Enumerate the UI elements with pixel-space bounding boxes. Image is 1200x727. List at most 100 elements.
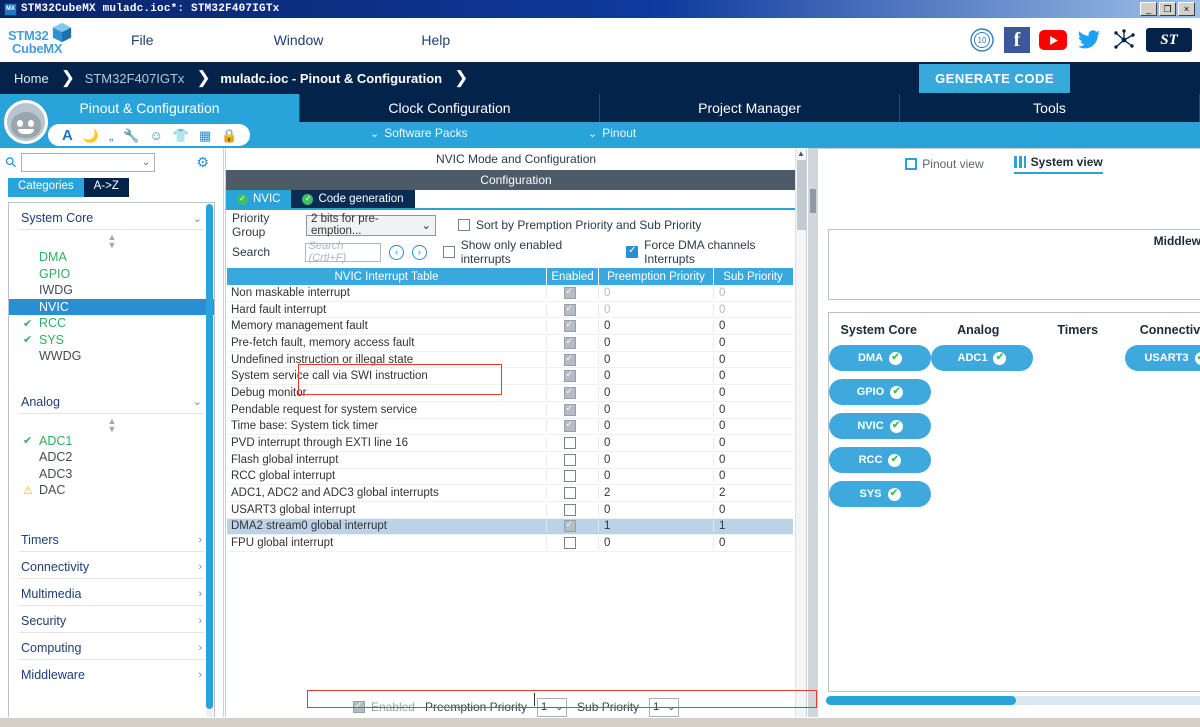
enabled-checkbox[interactable]: Enabled <box>352 700 415 714</box>
checkbox-icon[interactable] <box>563 487 576 500</box>
font-icon[interactable]: A <box>62 128 73 143</box>
cell-sub[interactable]: 0 <box>714 454 792 466</box>
smiley-icon[interactable]: ☺ <box>150 129 163 142</box>
cell-preemption[interactable]: 0 <box>599 403 714 416</box>
maximize-button[interactable]: ❐ <box>1159 2 1176 16</box>
cell-preemption[interactable]: 0 <box>599 303 714 316</box>
column-header-name[interactable]: NVIC Interrupt Table <box>227 268 547 285</box>
sidebar-item-iwdg[interactable]: IWDG <box>9 282 214 299</box>
twitter-icon[interactable] <box>1076 27 1102 53</box>
force-dma-checkbox[interactable]: Force DMA channels Interrupts <box>626 238 806 266</box>
cell-preemption[interactable]: 0 <box>599 470 714 483</box>
cell-preemption[interactable]: 1 <box>599 520 714 533</box>
sub-priority-select[interactable]: 1 ⌄ <box>649 697 680 717</box>
moon-icon[interactable]: 🌙 <box>83 129 99 142</box>
cell-preemption[interactable]: 0 <box>599 320 714 333</box>
sort-by-priority-checkbox[interactable]: Sort by Premption Priority and Sub Prior… <box>458 218 701 232</box>
sidebar-scrollbar[interactable] <box>206 204 213 719</box>
facebook-icon[interactable]: f <box>1004 27 1030 53</box>
tab-nvic[interactable]: ✓ NVIC <box>226 190 292 208</box>
checkbox-icon[interactable] <box>563 519 576 533</box>
sidebar-group-timers[interactable]: Timers › <box>9 499 214 551</box>
checkbox-icon[interactable] <box>563 286 576 299</box>
close-button[interactable]: × <box>1178 2 1195 16</box>
breadcrumb-mcu[interactable]: STM32F407IGTx <box>73 71 197 86</box>
panel-splitter[interactable] <box>808 149 818 727</box>
table-row[interactable]: USART3 global interrupt 0 0 <box>227 502 793 519</box>
cell-preemption[interactable]: 0 <box>599 503 714 516</box>
sidebar-item-rcc[interactable]: ✔ RCC <box>9 315 214 332</box>
cell-preemption[interactable]: 2 <box>599 487 714 500</box>
checkbox-icon[interactable] <box>563 470 576 483</box>
lock-icon[interactable]: 🔒 <box>221 129 237 142</box>
table-row[interactable]: Debug monitor 0 0 <box>227 385 793 402</box>
search-input[interactable]: ⌄ <box>21 153 156 172</box>
chip-adc1[interactable]: ADC1 ✔ <box>931 345 1033 371</box>
table-row[interactable]: System service call via SWI instruction … <box>227 368 793 386</box>
checkbox-icon[interactable] <box>563 503 576 516</box>
cell-sub[interactable]: 0 <box>714 404 792 416</box>
chip-nvic[interactable]: NVIC ✔ <box>829 413 931 439</box>
chip-usart3[interactable]: USART3 ✔ <box>1125 345 1200 371</box>
splitter-handle[interactable] <box>810 189 816 213</box>
checkbox-icon[interactable] <box>563 453 576 466</box>
table-row[interactable]: PVD interrupt through EXTI line 16 0 0 <box>227 435 793 452</box>
cell-sub[interactable]: 0 <box>714 370 792 382</box>
st-logo[interactable]: ST <box>1146 28 1192 52</box>
community-hub-icon[interactable] <box>1111 27 1137 53</box>
center-scrollbar[interactable]: ▲ <box>795 148 806 726</box>
scrollbar-thumb[interactable] <box>826 696 1016 705</box>
sidebar-item-sys[interactable]: ✔ SYS <box>9 332 214 349</box>
cell-sub[interactable]: 0 <box>714 537 792 549</box>
table-row[interactable]: ADC1, ADC2 and ADC3 global interrupts 2 … <box>227 485 793 502</box>
table-row[interactable]: RCC global interrupt 0 0 <box>227 469 793 486</box>
sidebar-item-gpio[interactable]: GPIO <box>9 266 214 283</box>
sidebar-item-dac[interactable]: ⚠ DAC <box>9 482 214 499</box>
show-only-enabled-checkbox[interactable]: Show only enabled interrupts <box>442 238 612 266</box>
cell-sub[interactable]: 1 <box>714 520 792 532</box>
sidebar-group-middleware[interactable]: Middleware › <box>9 660 214 686</box>
checkbox-icon[interactable] <box>563 437 576 450</box>
cell-sub[interactable]: 0 <box>714 304 792 316</box>
menu-help[interactable]: Help <box>411 28 460 52</box>
breadcrumb-home[interactable]: Home <box>0 71 61 86</box>
cell-preemption[interactable]: 0 <box>599 336 714 349</box>
checkbox-icon[interactable] <box>563 369 576 383</box>
checkbox-icon[interactable] <box>563 386 576 399</box>
checkbox-icon[interactable] <box>563 353 576 366</box>
search-prev-icon[interactable]: ‹ <box>389 244 404 260</box>
sidebar-item-adc1[interactable]: ✔ ADC1 <box>9 433 214 450</box>
tab-categories[interactable]: Categories <box>8 178 84 197</box>
wrench-icon[interactable]: 🔧 <box>123 129 139 142</box>
sidebar-group-connectivity[interactable]: Connectivity › <box>9 552 214 578</box>
cell-sub[interactable]: 0 <box>714 337 792 349</box>
avatar[interactable] <box>4 100 48 144</box>
checkbox-icon[interactable] <box>563 537 576 550</box>
checkbox-icon[interactable] <box>563 403 576 416</box>
pinout-menu[interactable]: ⌄ Pinout <box>588 126 636 140</box>
column-header-enabled[interactable]: Enabled <box>547 268 599 285</box>
table-row[interactable]: FPU global interrupt 0 0 <box>227 535 793 552</box>
grid-icon[interactable]: ▦ <box>199 129 211 142</box>
scroll-spinner[interactable]: ▲ ▼ <box>9 230 214 250</box>
sidebar-item-adc3[interactable]: ADC3 <box>9 466 214 483</box>
chip-rcc[interactable]: RCC ✔ <box>829 447 931 473</box>
tab-pinout-view[interactable]: Pinout view <box>905 157 984 171</box>
sidebar-item-dma[interactable]: DMA <box>9 249 214 266</box>
cell-preemption[interactable]: 0 <box>599 353 714 366</box>
checkbox-icon[interactable] <box>563 303 576 316</box>
cell-preemption[interactable]: 0 <box>599 370 714 383</box>
cell-sub[interactable]: 2 <box>714 487 792 499</box>
tab-clock-configuration[interactable]: Clock Configuration <box>300 94 600 122</box>
scroll-up-icon[interactable]: ▲ <box>796 148 806 159</box>
column-header-sub[interactable]: Sub Priority <box>714 268 792 285</box>
sidebar-group-security[interactable]: Security › <box>9 606 214 632</box>
chip-dma[interactable]: DMA ✔ <box>829 345 931 371</box>
checkbox-icon[interactable] <box>563 336 576 349</box>
gear-icon[interactable]: ⚙ <box>196 154 209 171</box>
cell-preemption[interactable]: 0 <box>599 437 714 450</box>
cell-preemption[interactable]: 0 <box>599 420 714 433</box>
sidebar-group-system-core[interactable]: System Core ⌄ <box>9 203 214 229</box>
table-row-selected[interactable]: DMA2 stream0 global interrupt 1 1 <box>227 518 793 536</box>
cell-sub[interactable]: 0 <box>714 387 792 399</box>
